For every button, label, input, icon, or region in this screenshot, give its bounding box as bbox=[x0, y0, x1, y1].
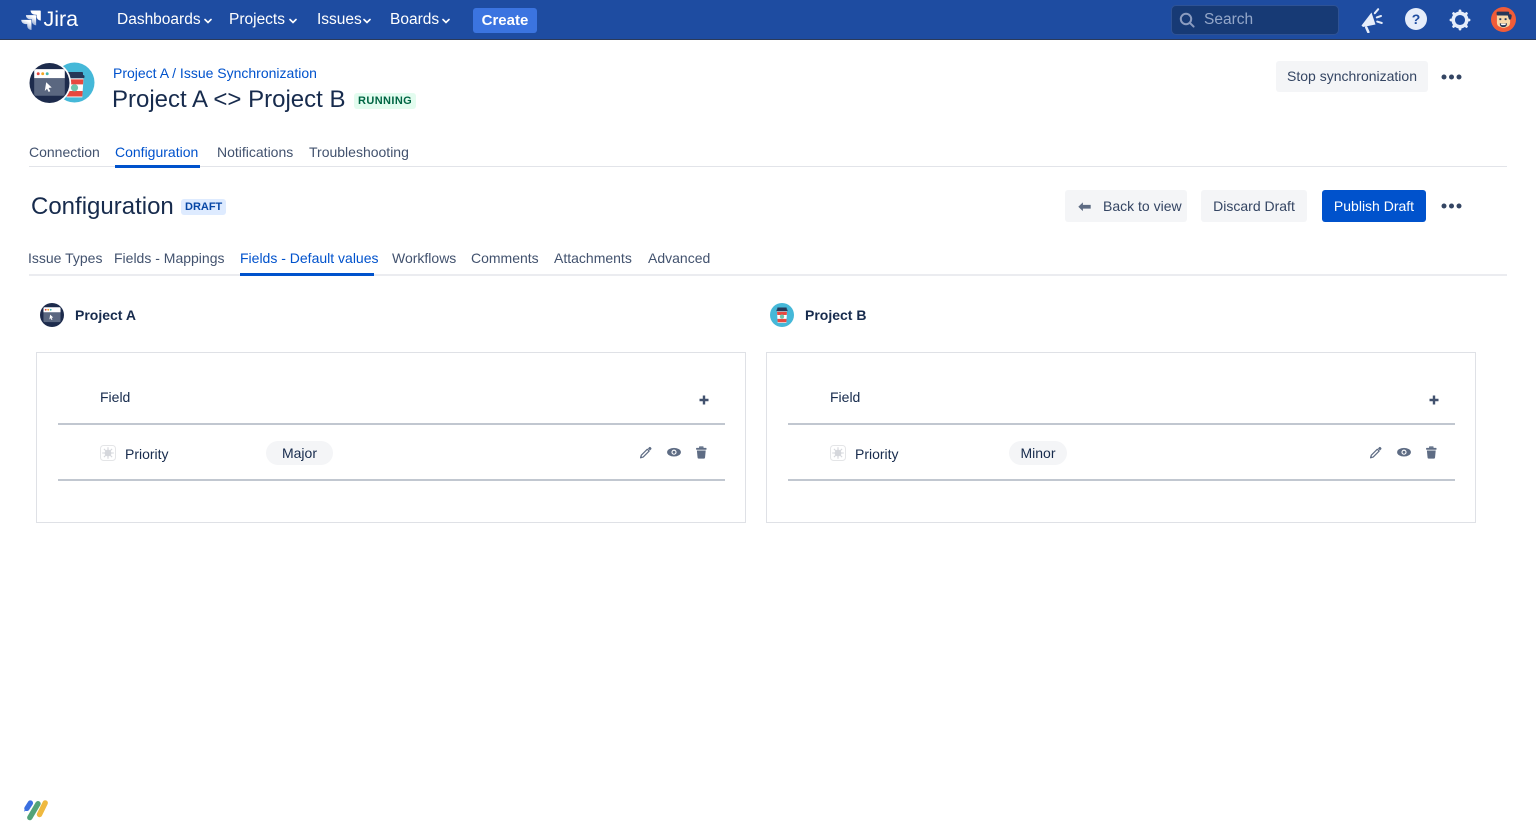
svg-text:?: ? bbox=[1412, 11, 1421, 27]
